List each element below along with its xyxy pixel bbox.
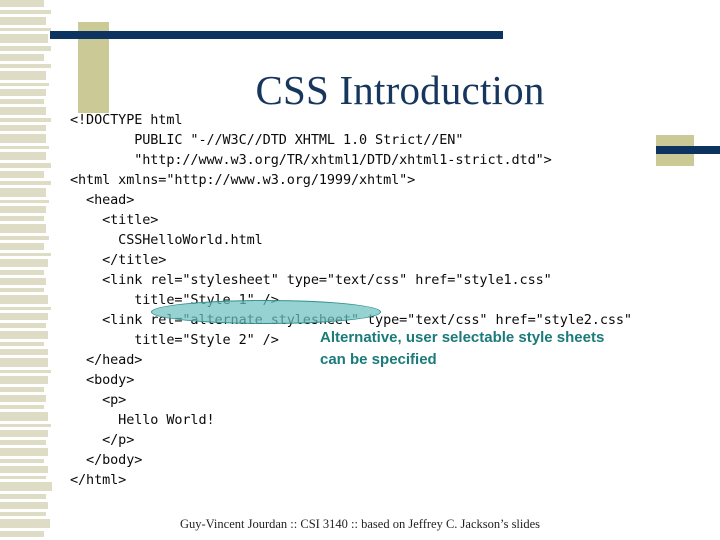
code-line: "http://www.w3.org/TR/xhtml1/DTD/xhtml1-… xyxy=(70,152,552,168)
stripe xyxy=(0,323,46,328)
code-line: <p> xyxy=(70,392,127,408)
stripe xyxy=(0,331,48,339)
stripe xyxy=(0,476,46,479)
stripe xyxy=(0,342,44,346)
annotation-line-1: Alternative, user selectable style sheet… xyxy=(320,329,605,346)
code-line: PUBLIC "-//W3C//DTD XHTML 1.0 Strict//EN… xyxy=(70,132,464,148)
stripe xyxy=(0,253,51,256)
stripe xyxy=(0,259,48,267)
code-line: Hello World! xyxy=(70,412,215,428)
stripe xyxy=(0,83,49,86)
annotation-callout: Alternative, user selectable style sheet… xyxy=(320,327,650,371)
code-line: <link rel="stylesheet" type="text/css" h… xyxy=(70,272,552,288)
left-stripe-band xyxy=(0,0,52,540)
stripe xyxy=(0,278,46,285)
annotation-line-2: can be specified xyxy=(320,351,437,368)
stripe xyxy=(0,71,46,80)
stripe xyxy=(0,28,51,31)
stripe xyxy=(0,482,52,491)
stripe xyxy=(0,440,46,445)
code-line: <body> xyxy=(70,372,135,388)
stripe xyxy=(0,236,49,240)
stripe xyxy=(0,313,48,320)
decoration-right-navy-bar xyxy=(656,146,720,154)
stripe xyxy=(0,107,46,115)
stripe xyxy=(0,146,49,149)
stripe xyxy=(0,405,44,409)
code-line: </body> xyxy=(70,452,143,468)
stripe xyxy=(0,99,44,104)
stripe xyxy=(0,466,48,473)
stripe xyxy=(0,206,46,213)
stripe xyxy=(0,134,46,143)
stripe xyxy=(0,270,44,275)
stripe xyxy=(0,125,46,131)
stripe xyxy=(0,502,48,509)
code-line: <head> xyxy=(70,192,135,208)
code-line: </p> xyxy=(70,432,135,448)
stripe xyxy=(0,494,46,499)
stripe xyxy=(0,430,48,437)
stripe xyxy=(0,200,49,203)
stripe xyxy=(0,64,51,68)
stripe xyxy=(0,188,46,197)
code-line: <html xmlns="http://www.w3.org/1999/xhtm… xyxy=(70,172,416,188)
stripe xyxy=(0,412,48,421)
stripe xyxy=(0,424,51,427)
stripe xyxy=(0,349,48,355)
stripe xyxy=(0,224,46,233)
code-listing: <!DOCTYPE html PUBLIC "-//W3C//DTD XHTML… xyxy=(70,110,632,490)
stripe xyxy=(0,376,48,384)
code-line: </title> xyxy=(70,252,167,268)
code-line: <!DOCTYPE html xyxy=(70,112,183,128)
stripe xyxy=(0,118,51,122)
stripe xyxy=(0,459,44,463)
code-line: <title> xyxy=(70,212,159,228)
stripe xyxy=(0,0,44,7)
page-title: CSS Introduction xyxy=(255,67,545,113)
stripe xyxy=(0,448,48,456)
stripe xyxy=(0,181,51,185)
code-line: title="Style 1" /> xyxy=(70,292,279,308)
stripe xyxy=(0,46,51,51)
stripe xyxy=(0,10,51,14)
stripe xyxy=(0,243,44,250)
slide-footer: Guy-Vincent Jourdan :: CSI 3140 :: based… xyxy=(179,517,541,531)
stripe xyxy=(0,17,46,25)
stripe xyxy=(0,358,48,367)
stripe xyxy=(0,288,44,292)
stripe xyxy=(0,163,51,168)
stripe xyxy=(0,395,46,402)
slide-canvas: CSS Introduction <!DOCTYPE html PUBLIC "… xyxy=(0,0,720,540)
stripe xyxy=(0,370,51,373)
stripe xyxy=(0,387,44,392)
code-line: CSSHelloWorld.html xyxy=(70,232,263,248)
stripe xyxy=(0,295,48,304)
stripe xyxy=(0,54,44,61)
stripe xyxy=(0,34,48,43)
stripe xyxy=(0,89,46,96)
stripe xyxy=(0,216,44,221)
stripe xyxy=(0,307,51,310)
stripe xyxy=(0,152,46,160)
stripe xyxy=(0,512,46,516)
stripe xyxy=(0,171,44,178)
code-line: </html> xyxy=(70,472,127,488)
decoration-navy-bar xyxy=(50,31,503,39)
